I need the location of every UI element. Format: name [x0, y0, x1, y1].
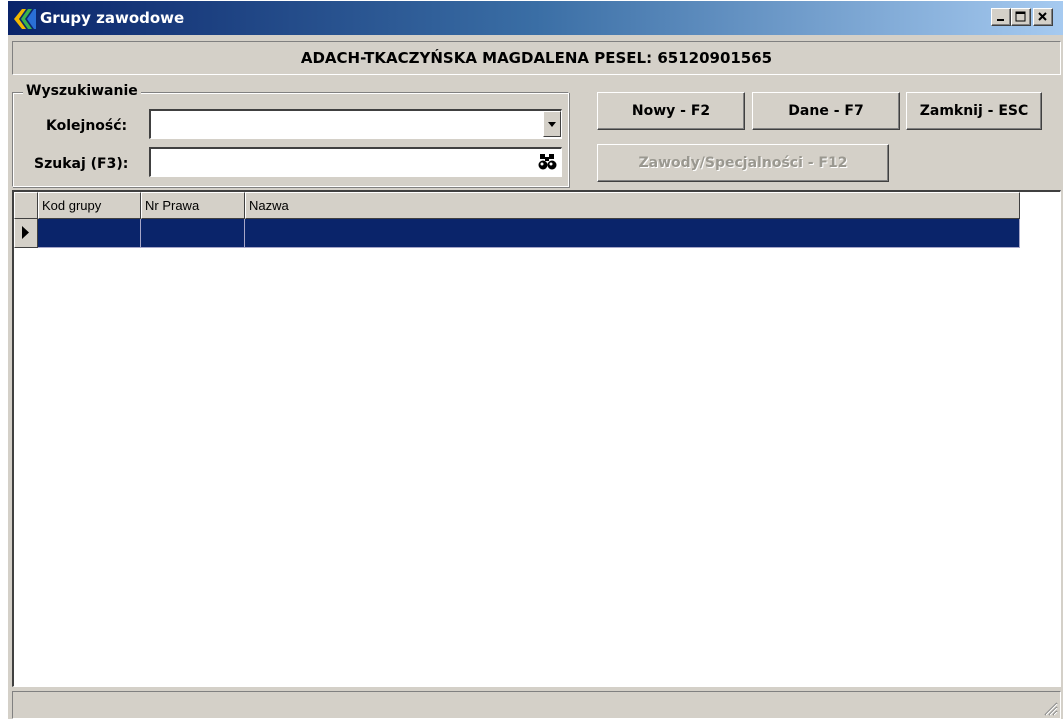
order-combobox-input[interactable]	[151, 111, 561, 138]
maximize-icon	[1015, 11, 1026, 22]
row-indicator	[14, 219, 38, 248]
close-form-button[interactable]: Zamknij - ESC	[906, 92, 1042, 130]
maximize-button[interactable]	[1011, 8, 1031, 26]
grid-indicator-header	[14, 192, 38, 219]
close-icon	[1038, 12, 1047, 21]
close-button[interactable]	[1033, 8, 1053, 26]
chevron-down-icon	[548, 122, 556, 127]
grid-header: Kod grupy Nr Prawa Nazwa	[14, 192, 1020, 219]
cell-nr-prawa[interactable]	[141, 219, 245, 248]
groups-grid[interactable]: Kod grupy Nr Prawa Nazwa	[12, 190, 1061, 687]
app-icon	[14, 9, 36, 29]
order-dropdown-button[interactable]	[543, 111, 561, 137]
column-header-kod-grupy[interactable]: Kod grupy	[38, 192, 141, 219]
window-title: Grupy zawodowe	[40, 9, 185, 27]
column-header-nr-prawa[interactable]: Nr Prawa	[141, 192, 245, 219]
specialties-button[interactable]: Zawody/Specjalności - F12	[597, 144, 889, 182]
status-bar	[12, 691, 1061, 719]
data-button[interactable]: Dane - F7	[752, 92, 900, 130]
current-row-arrow-icon	[22, 226, 29, 239]
search-field[interactable]	[149, 147, 562, 177]
table-row[interactable]	[14, 219, 1020, 248]
minimize-button[interactable]	[991, 8, 1011, 26]
cell-kod-grupy[interactable]	[38, 219, 141, 248]
order-label: Kolejność:	[46, 118, 128, 134]
cell-nazwa[interactable]	[245, 219, 1020, 248]
column-header-nazwa[interactable]: Nazwa	[245, 192, 1020, 219]
patient-header: ADACH-TKACZYŃSKA MAGDALENA PESEL: 651209…	[12, 41, 1061, 75]
search-input[interactable]	[151, 149, 561, 176]
order-combobox[interactable]	[149, 109, 562, 139]
resize-grip-icon[interactable]	[1042, 700, 1058, 716]
new-button[interactable]: Nowy - F2	[597, 92, 745, 130]
search-label: Szukaj (F3):	[34, 156, 129, 172]
minimize-icon	[997, 19, 1004, 21]
title-bar[interactable]: Grupy zawodowe	[8, 1, 1063, 35]
main-window: Grupy zawodowe ADACH-TKACZYŃSKA MAGDALEN…	[7, 0, 1063, 719]
search-group-label: Wyszukiwanie	[23, 83, 141, 99]
binoculars-icon[interactable]	[537, 151, 559, 173]
